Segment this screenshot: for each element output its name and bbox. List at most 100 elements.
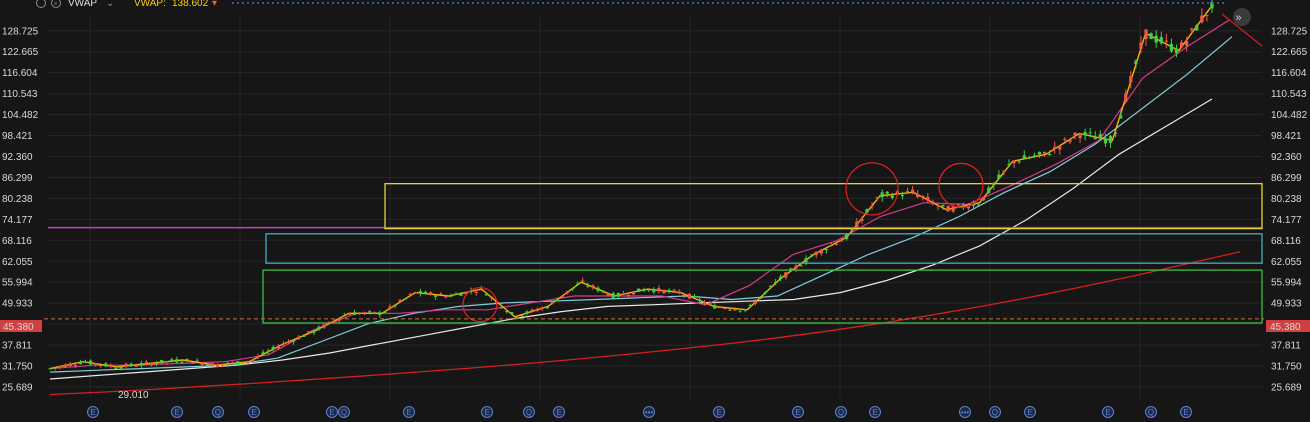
candle-body bbox=[383, 312, 387, 314]
event-marker[interactable]: E bbox=[1180, 406, 1192, 418]
candle-body bbox=[449, 295, 453, 297]
event-marker[interactable]: E bbox=[87, 406, 99, 418]
event-marker-label: Q bbox=[992, 408, 998, 417]
candle-body bbox=[200, 363, 204, 366]
candle-body bbox=[266, 350, 270, 352]
candle-body bbox=[702, 302, 707, 304]
candle-body bbox=[428, 292, 433, 295]
event-marker-label: E bbox=[90, 408, 95, 417]
candle-body bbox=[860, 218, 864, 222]
y-tick-label-left: 74.177 bbox=[2, 215, 33, 226]
event-marker-label: Q bbox=[838, 408, 844, 417]
candle-body bbox=[363, 312, 367, 314]
candle-body bbox=[560, 296, 565, 298]
candle-body bbox=[936, 205, 940, 207]
candle-body bbox=[905, 190, 910, 192]
candle-body bbox=[941, 204, 945, 207]
candle-body bbox=[236, 361, 240, 365]
candle-body bbox=[83, 361, 88, 363]
y-tick-label-left: 104.482 bbox=[2, 110, 39, 121]
chevron-down-icon[interactable]: ⌄ bbox=[106, 0, 114, 9]
y-tick-label-left: 55.994 bbox=[2, 278, 33, 289]
current-price-tag-right: 45.380 bbox=[1270, 322, 1301, 333]
event-marker[interactable]: E bbox=[326, 406, 338, 418]
y-tick-label-right: 98.421 bbox=[1271, 131, 1302, 142]
candle-body bbox=[763, 291, 768, 293]
candle-body bbox=[225, 362, 230, 365]
candle-body bbox=[114, 368, 118, 370]
candle-body bbox=[890, 195, 894, 199]
vwap-label: VWAP: bbox=[134, 0, 166, 9]
event-marker[interactable]: E bbox=[171, 406, 183, 418]
candle-body bbox=[1058, 146, 1062, 150]
event-marker[interactable]: E bbox=[792, 406, 804, 418]
event-marker[interactable]: Q bbox=[835, 406, 847, 418]
y-tick-label-left: 68.116 bbox=[2, 236, 32, 247]
candle-body bbox=[474, 291, 478, 293]
candle-body bbox=[500, 306, 504, 308]
down-arrow-icon: ▾ bbox=[212, 0, 217, 9]
candle-body bbox=[642, 289, 646, 292]
event-marker[interactable]: Q bbox=[1145, 406, 1157, 418]
candle-body bbox=[510, 312, 514, 315]
event-marker[interactable]: Q bbox=[989, 406, 1001, 418]
event-marker[interactable]: E bbox=[248, 406, 260, 418]
candle-body bbox=[982, 196, 986, 201]
candle-body bbox=[342, 315, 346, 317]
candle-body bbox=[276, 346, 280, 349]
candle-body bbox=[195, 360, 199, 363]
candle-body bbox=[631, 291, 636, 295]
candle-body bbox=[388, 306, 392, 308]
candle-body bbox=[347, 313, 351, 315]
candle-body bbox=[165, 361, 169, 363]
event-marker[interactable]: E bbox=[481, 406, 493, 418]
candle-body bbox=[246, 362, 250, 364]
candle-body bbox=[185, 358, 189, 360]
event-marker[interactable]: E bbox=[1102, 406, 1114, 418]
event-marker-label: E bbox=[1183, 408, 1188, 417]
event-marker[interactable]: E bbox=[713, 406, 725, 418]
y-tick-label-right: 31.750 bbox=[1271, 362, 1302, 373]
candle-body bbox=[728, 309, 732, 311]
candle-body bbox=[1195, 25, 1199, 31]
candle-body bbox=[900, 194, 905, 197]
event-marker[interactable]: ••• bbox=[959, 406, 971, 418]
candle-body bbox=[175, 359, 179, 363]
candle-body bbox=[1083, 131, 1087, 135]
y-tick-label-left: 37.811 bbox=[2, 341, 32, 352]
event-marker[interactable]: Q bbox=[338, 406, 350, 418]
candle-body bbox=[1068, 139, 1072, 142]
event-marker[interactable]: Q bbox=[212, 406, 224, 418]
y-tick-label-left: 62.055 bbox=[2, 257, 33, 268]
event-marker-label: E bbox=[795, 408, 800, 417]
candle-body bbox=[393, 304, 397, 307]
candle-body bbox=[682, 294, 686, 296]
event-marker-label: Q bbox=[341, 408, 347, 417]
candle-body bbox=[73, 364, 77, 366]
event-marker-label: E bbox=[329, 408, 334, 417]
event-marker[interactable]: E bbox=[553, 406, 565, 418]
candle-body bbox=[1012, 160, 1016, 164]
candle-body bbox=[68, 363, 72, 366]
candle-body bbox=[322, 324, 326, 328]
candle-body bbox=[1027, 157, 1031, 159]
candle-body bbox=[555, 299, 560, 302]
candle-body bbox=[520, 315, 524, 317]
candle-body bbox=[53, 367, 57, 369]
candle-body bbox=[591, 285, 595, 288]
event-marker[interactable]: ••• bbox=[643, 406, 655, 418]
event-marker[interactable]: Q bbox=[523, 406, 535, 418]
y-tick-label-right: 55.994 bbox=[1271, 278, 1302, 289]
candle-body bbox=[1017, 161, 1021, 163]
event-marker[interactable]: E bbox=[403, 406, 415, 418]
candle-body bbox=[672, 289, 676, 291]
candle-body bbox=[1032, 155, 1037, 157]
price-chart[interactable]: 128.725 122.665 116.604 110.543 104.482 98.42… bbox=[0, 0, 1310, 422]
y-tick-label-right: 49.933 bbox=[1271, 299, 1302, 310]
indicator-name: VWAP bbox=[68, 0, 97, 9]
event-marker[interactable]: E bbox=[1024, 406, 1036, 418]
candle-body bbox=[718, 307, 722, 309]
event-marker[interactable]: E bbox=[869, 406, 881, 418]
candle-body bbox=[291, 340, 296, 342]
candle-body bbox=[576, 283, 580, 286]
